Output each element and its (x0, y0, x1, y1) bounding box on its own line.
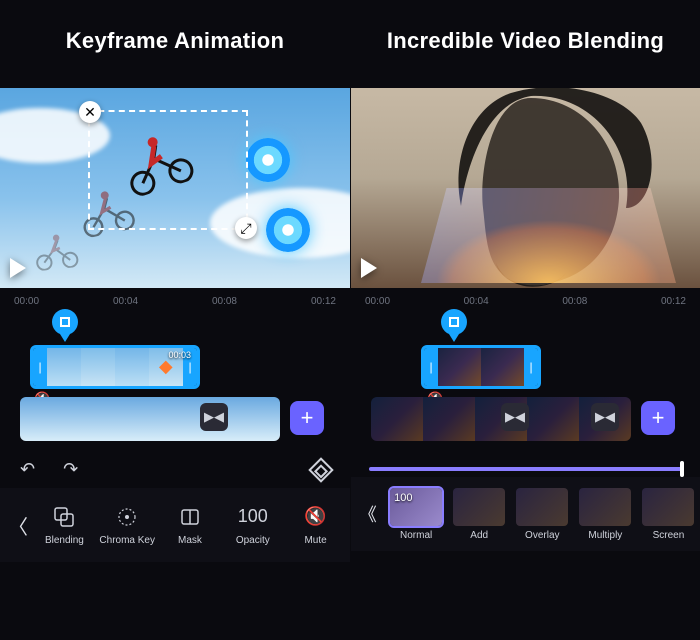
highway-overlay (421, 188, 676, 283)
blend-mode-toolbar: 《 100 Normal Add Overlay Multiply Screen (351, 477, 700, 551)
timeline[interactable]: | | 🔇 ▶◀ ▶◀ + (351, 311, 700, 451)
ruler-tick: 00:08 (212, 296, 237, 307)
play-icon[interactable] (10, 258, 26, 278)
mode-label: Screen (653, 530, 685, 541)
mode-label: Overlay (525, 530, 559, 541)
resize-handle-icon[interactable]: ⤢ (235, 217, 257, 239)
mode-label: Add (470, 530, 488, 541)
timeline-ruler: 00:00 00:04 00:08 00:12 (0, 288, 350, 311)
overlay-clip[interactable]: | | (421, 345, 541, 389)
mute-icon: 🔇 (304, 505, 326, 529)
opacity-value: 100 (238, 505, 268, 529)
headline-blending: Incredible Video Blending (351, 0, 700, 88)
transition-button[interactable]: ▶◀ (501, 403, 529, 431)
blend-mode-multiply[interactable]: Multiply (578, 488, 633, 541)
portal-effect (266, 208, 310, 252)
ruler-tick: 00:00 (365, 296, 390, 307)
transition-button[interactable]: ▶◀ (591, 403, 619, 431)
opacity-slider-row (351, 451, 700, 477)
mask-icon (179, 505, 201, 529)
transition-button[interactable]: ▶◀ (200, 403, 228, 431)
ruler-tick: 00:12 (311, 296, 336, 307)
opacity-slider[interactable] (369, 467, 682, 471)
ruler-tick: 00:12 (661, 296, 686, 307)
tool-mask[interactable]: Mask (160, 505, 221, 546)
clip-duration: 00:03 (168, 350, 191, 360)
add-clip-button[interactable]: + (290, 401, 324, 435)
timeline[interactable]: | | 00:03 🔇 ▶◀ + (0, 311, 350, 451)
back-button[interactable]: 〈 (4, 511, 32, 540)
clip-trim-left[interactable]: | (33, 348, 47, 386)
tool-chroma-key[interactable]: Chroma Key (97, 505, 158, 546)
blend-mode-overlay[interactable]: Overlay (515, 488, 570, 541)
clip-trim-left[interactable]: | (424, 348, 438, 386)
keyframe-ghost (31, 227, 82, 272)
blend-mode-add[interactable]: Add (452, 488, 507, 541)
main-clip[interactable] (20, 397, 280, 441)
play-icon[interactable] (361, 258, 377, 278)
blend-mode-screen[interactable]: Screen (641, 488, 696, 541)
tool-label: Opacity (236, 535, 270, 546)
ruler-tick: 00:08 (562, 296, 587, 307)
blending-icon (53, 505, 75, 529)
tool-opacity[interactable]: 100 Opacity (222, 505, 283, 546)
tool-mute[interactable]: 🔇 Mute (285, 505, 346, 546)
tool-label: Blending (45, 535, 84, 546)
keyframe-toggle-icon[interactable] (308, 457, 333, 482)
close-icon[interactable]: ✕ (79, 101, 101, 123)
add-clip-button[interactable]: + (641, 401, 675, 435)
preview-keyframe[interactable]: ✕ ⤢ (0, 88, 350, 288)
ruler-tick: 00:04 (464, 296, 489, 307)
clip-trim-right[interactable]: | (524, 348, 538, 386)
redo-button[interactable]: ↷ (63, 459, 78, 480)
preview-blending[interactable] (351, 88, 700, 288)
tool-label: Mask (178, 535, 202, 546)
keyframe-marker[interactable] (441, 309, 467, 335)
overlay-clip[interactable]: | | 00:03 (30, 345, 200, 389)
blend-mode-normal[interactable]: 100 Normal (389, 488, 444, 541)
mode-label: Normal (400, 530, 432, 541)
headline-keyframe: Keyframe Animation (0, 0, 350, 88)
opacity-value: 100 (394, 492, 412, 504)
tool-label: Mute (304, 535, 326, 546)
keyframe-marker[interactable] (52, 309, 78, 335)
mode-label: Multiply (588, 530, 622, 541)
portal-effect (246, 138, 290, 182)
tool-label: Chroma Key (99, 535, 155, 546)
tool-blending[interactable]: Blending (34, 505, 95, 546)
timeline-ruler: 00:00 00:04 00:08 00:12 (351, 288, 700, 311)
slider-thumb[interactable] (680, 461, 684, 477)
undo-button[interactable]: ↶ (20, 459, 35, 480)
selection-box[interactable]: ✕ ⤢ (88, 110, 248, 230)
bottom-toolbar: 〈 Blending Chroma Key Mask 100 Opacity 🔇… (0, 488, 350, 562)
ruler-tick: 00:04 (113, 296, 138, 307)
back-button[interactable]: 《 (355, 501, 381, 527)
ruler-tick: 00:00 (14, 296, 39, 307)
chroma-key-icon (116, 505, 138, 529)
